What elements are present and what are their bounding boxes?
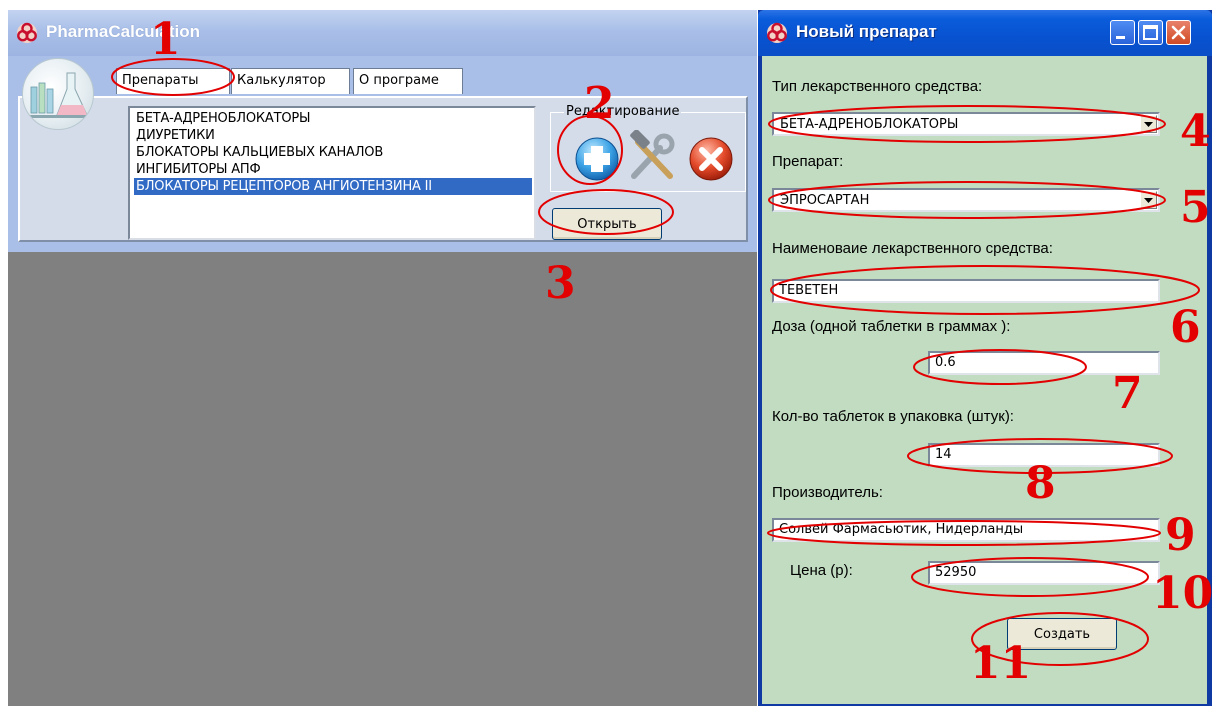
list-item[interactable]: БЛОКАТОРЫ КАЛЬЦИЕВЫХ КАНАЛОВ — [134, 144, 532, 161]
annotation-number: 11 — [970, 638, 1032, 689]
annotation-number: 1 — [150, 14, 181, 65]
delete-x-icon — [689, 137, 733, 181]
delete-button[interactable] — [686, 132, 736, 184]
open-button[interactable]: Открыть — [552, 208, 662, 240]
count-label: Кол-во таблеток в упаковка (штук): — [772, 408, 1014, 425]
type-select-arrow[interactable] — [1140, 115, 1157, 133]
type-select-value: БЕТА-АДРЕНОБЛОКАТОРЫ — [780, 117, 959, 132]
drug-select-arrow[interactable] — [1140, 191, 1157, 209]
main-titlebar[interactable]: PharmaCalculation — [8, 10, 757, 56]
tab-preparaty[interactable]: Препараты — [116, 68, 230, 94]
biohazard-icon — [767, 22, 787, 43]
close-button[interactable] — [1166, 20, 1191, 45]
tab-calculator[interactable]: Калькулятор — [231, 68, 350, 94]
flask-icon — [29, 72, 89, 118]
maximize-button[interactable] — [1138, 20, 1163, 45]
annotation-number: 9 — [1165, 510, 1196, 561]
list-item[interactable]: БЕТА-АДРЕНОБЛОКАТОРЫ — [134, 110, 532, 127]
annotation-number: 6 — [1170, 302, 1201, 353]
maximize-icon — [1143, 25, 1158, 40]
drug-type-listbox[interactable]: БЕТА-АДРЕНОБЛОКАТОРЫ ДИУРЕТИКИ БЛОКАТОРЫ… — [128, 106, 536, 240]
drug-label: Препарат: — [772, 153, 844, 170]
list-item[interactable]: ДИУРЕТИКИ — [134, 127, 532, 144]
list-item-selected[interactable]: БЛОКАТОРЫ РЕЦЕПТОРОВ АНГИОТЕНЗИНА II — [134, 178, 532, 195]
plus-icon — [575, 137, 619, 181]
annotation-number: 10 — [1152, 568, 1212, 619]
drug-select[interactable]: ЭПРОСАРТАН — [772, 188, 1160, 212]
drug-name-input[interactable]: ТЕВЕТЕН — [772, 279, 1160, 303]
list-item[interactable]: ИНГИБИТОРЫ АПФ — [134, 161, 532, 178]
type-label: Тип лекарственного средства: — [772, 78, 983, 95]
dose-label: Доза (одной таблетки в граммах ): — [772, 318, 1011, 335]
edit-tools-button[interactable] — [626, 129, 676, 182]
annotation-number: 3 — [545, 258, 576, 309]
edit-group-label: Редактирование — [564, 104, 682, 119]
minimize-icon — [1116, 36, 1125, 39]
maker-label: Производитель: — [772, 484, 883, 501]
close-icon — [1171, 25, 1186, 40]
price-input[interactable]: 52950 — [928, 561, 1160, 585]
annotation-number: 7 — [1112, 368, 1143, 419]
dialog-titlebar[interactable]: Новый препарат — [758, 10, 1212, 56]
chevron-down-icon — [1144, 122, 1153, 127]
chevron-down-icon — [1144, 198, 1153, 203]
name-label: Наименоваие лекарственного средства: — [772, 240, 1053, 257]
annotation-number: 2 — [584, 78, 615, 129]
minimize-button[interactable] — [1110, 20, 1135, 45]
annotation-number: 4 — [1180, 106, 1211, 157]
tab-about[interactable]: О програме — [353, 68, 463, 94]
biohazard-icon — [17, 22, 37, 43]
type-select[interactable]: БЕТА-АДРЕНОБЛОКАТОРЫ — [772, 112, 1160, 136]
hammer-wrench-icon — [630, 129, 675, 179]
annotation-number: 5 — [1180, 182, 1211, 233]
add-button[interactable] — [572, 132, 622, 184]
drug-select-value: ЭПРОСАРТАН — [780, 193, 870, 208]
maker-input[interactable]: Солвей Фармасьютик, Нидерланды — [772, 518, 1160, 542]
annotation-number: 8 — [1025, 458, 1056, 509]
price-label: Цена (р): — [790, 562, 853, 579]
dialog-title: Новый препарат — [796, 22, 937, 41]
app-logo-image — [22, 58, 94, 130]
